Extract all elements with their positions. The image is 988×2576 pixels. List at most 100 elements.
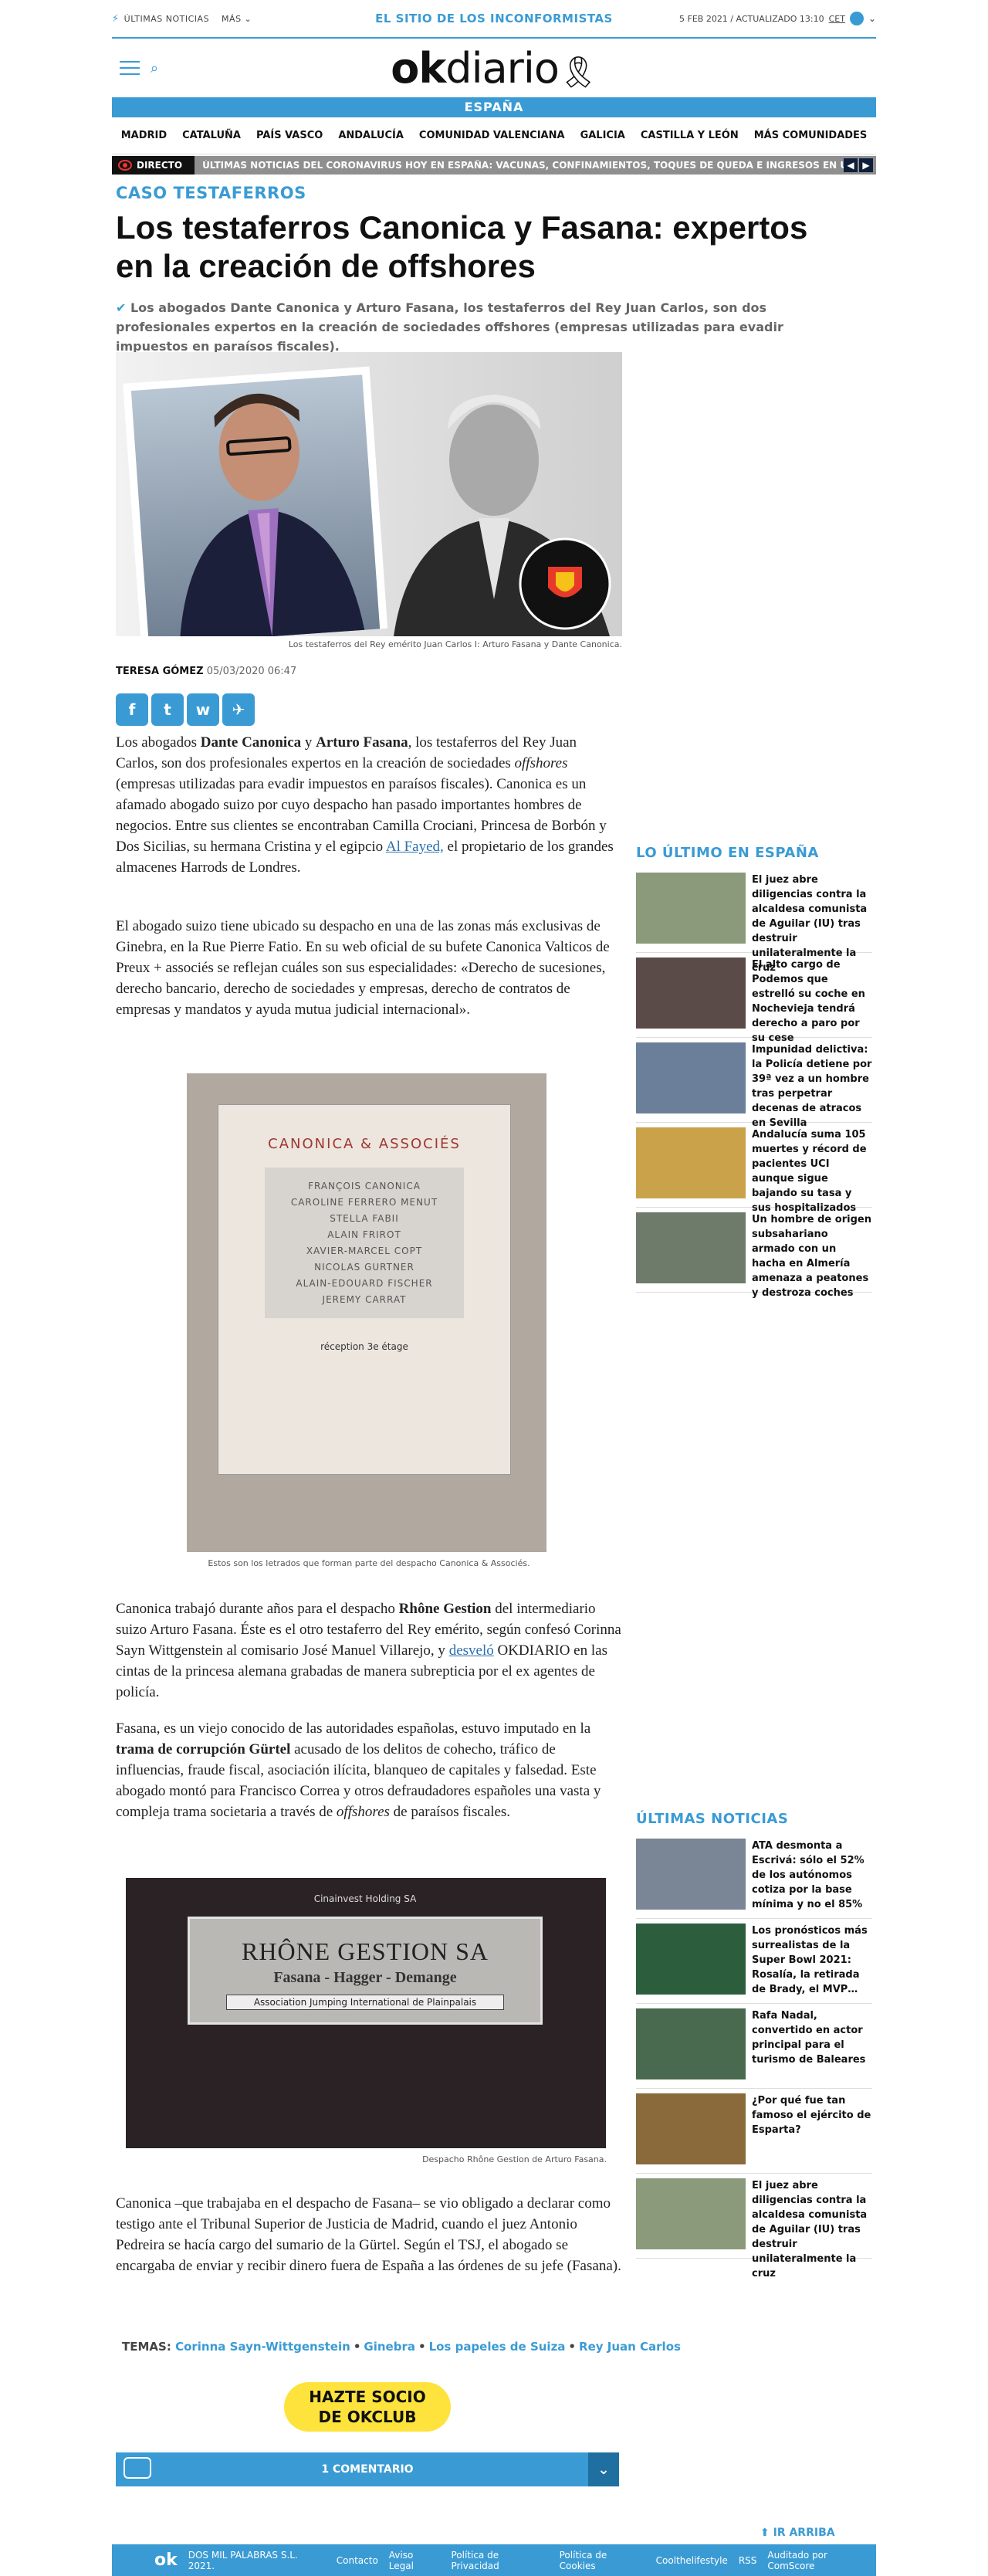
live-icon bbox=[118, 160, 132, 171]
chevron-down-icon[interactable]: ⌄ bbox=[868, 13, 876, 24]
footer-link[interactable]: Política de Cookies bbox=[560, 2550, 645, 2571]
back-to-top-link[interactable]: ⬆ IR ARRIBA bbox=[760, 2527, 835, 2539]
news-thumbnail[interactable] bbox=[636, 873, 746, 944]
footer-link[interactable]: Aviso Legal bbox=[389, 2550, 441, 2571]
news-headline[interactable]: El alto cargo de Podemos que estrelló su… bbox=[752, 958, 872, 1044]
sidebar-news-item[interactable]: El juez abre diligencias contra la alcal… bbox=[636, 2174, 872, 2279]
topic-separator: • bbox=[353, 2340, 361, 2354]
news-thumbnail[interactable] bbox=[636, 1924, 746, 1995]
topic-link[interactable]: Corinna Sayn-Wittgenstein bbox=[175, 2340, 350, 2354]
logo-row: ⌕ okdiario🎗 bbox=[112, 39, 876, 97]
okclub-line1: HAZTE SOCIO bbox=[309, 2388, 426, 2406]
nav-item[interactable]: CATALUÑA bbox=[182, 130, 241, 141]
al-fayed-link[interactable]: Al Fayed, bbox=[386, 839, 444, 855]
section-bar[interactable]: ESPAÑA bbox=[112, 97, 876, 117]
ticker-arrows: ◀ ▶ bbox=[844, 158, 876, 172]
desvelo-link[interactable]: desveló bbox=[449, 1642, 494, 1659]
plaque-name: ALAIN-EDOUARD FISCHER bbox=[296, 1278, 433, 1289]
topic-link[interactable]: Los papeles de Suiza bbox=[429, 2340, 566, 2354]
chevron-down-icon[interactable]: ⌄ bbox=[588, 2452, 619, 2486]
sign-sub: Fasana - Hagger - Demange bbox=[273, 1969, 457, 1986]
sidebar-news-item[interactable]: Un hombre de origen subsahariano armado … bbox=[636, 1208, 872, 1299]
hamburger-menu-icon[interactable] bbox=[120, 61, 140, 75]
plaque-name: XAVIER-MARCEL COPT bbox=[306, 1246, 423, 1256]
live-ticker[interactable]: DIRECTO ÚLTIMAS NOTICIAS DEL CORONAVIRUS… bbox=[112, 156, 876, 175]
plaque-board: CANONICA & ASSOCIÉS FRANÇOIS CANONICA CAR… bbox=[218, 1104, 511, 1475]
news-headline[interactable]: Un hombre de origen subsahariano armado … bbox=[752, 1212, 872, 1299]
news-thumbnail[interactable] bbox=[636, 2178, 746, 2249]
more-label: MÁS bbox=[222, 13, 242, 24]
ticker-next-button[interactable]: ▶ bbox=[859, 158, 873, 172]
facebook-share-button[interactable]: f bbox=[116, 693, 148, 726]
news-headline[interactable]: El juez abre diligencias contra la alcal… bbox=[752, 2178, 872, 2279]
footer-link[interactable]: Auditado por ComScore bbox=[767, 2550, 876, 2571]
nav-item[interactable]: ANDALUCÍA bbox=[338, 130, 404, 141]
search-icon[interactable]: ⌕ bbox=[151, 60, 158, 76]
topics-list: Corinna Sayn-Wittgenstein • Ginebra • Los pa… bbox=[175, 2340, 681, 2354]
sidebar-news-item[interactable]: Rafa Nadal, convertido en actor principa… bbox=[636, 2004, 872, 2089]
okclub-button[interactable]: HAZTE SOCIO DE OKCLUB bbox=[284, 2382, 451, 2432]
news-thumbnail[interactable] bbox=[636, 2008, 746, 2079]
comments-bar[interactable]: 1 COMENTARIO ⌄ bbox=[116, 2452, 619, 2486]
plaque-names: FRANÇOIS CANONICA CAROLINE FERRERO MENUT S… bbox=[265, 1168, 464, 1318]
sidebar-news-item[interactable]: Andalucía suma 105 muertes y récord de p… bbox=[636, 1123, 872, 1214]
live-label: DIRECTO bbox=[137, 160, 183, 171]
news-headline[interactable]: ¿Por qué fue tan famoso el ejército de E… bbox=[752, 2093, 872, 2168]
paragraph-1: Los abogados Dante Canonica y Arturo Fas… bbox=[116, 734, 614, 876]
chevron-down-icon: ⌄ bbox=[244, 13, 252, 24]
news-thumbnail[interactable] bbox=[636, 1042, 746, 1113]
mourning-ribbon-icon: 🎗 bbox=[558, 54, 598, 90]
latest-news-title: ÚLTIMAS NOTICIAS bbox=[636, 1811, 789, 1827]
news-thumbnail[interactable] bbox=[636, 1212, 746, 1283]
nav-item[interactable]: COMUNIDAD VALENCIANA bbox=[419, 130, 565, 141]
bolt-icon: ⚡ bbox=[112, 12, 120, 25]
news-headline[interactable]: El juez abre diligencias contra la alcal… bbox=[752, 873, 872, 974]
latest-spain-title: LO ÚLTIMO EN ESPAÑA bbox=[636, 845, 819, 861]
news-headline[interactable]: Andalucía suma 105 muertes y récord de p… bbox=[752, 1127, 872, 1214]
footer-link[interactable]: RSS bbox=[739, 2555, 757, 2566]
user-icon[interactable] bbox=[849, 12, 864, 25]
sidebar-news-item[interactable]: Los pronósticos más surrealistas de la S… bbox=[636, 1919, 872, 2004]
sidebar-news-item[interactable]: Impunidad delictiva: la Policía detiene … bbox=[636, 1038, 872, 1129]
nav-item[interactable]: MADRID bbox=[121, 130, 167, 141]
twitter-share-button[interactable]: t bbox=[151, 693, 184, 726]
news-headline[interactable]: Impunidad delictiva: la Policía detiene … bbox=[752, 1042, 872, 1129]
news-headline[interactable]: Rafa Nadal, convertido en actor principa… bbox=[752, 2008, 872, 2083]
live-ticker-text[interactable]: ÚLTIMAS NOTICIAS DEL CORONAVIRUS HOY EN … bbox=[195, 160, 844, 171]
sidebar-news-item[interactable]: ATA desmonta a Escrivá: sólo el 52% de l… bbox=[636, 1834, 872, 1919]
top-bar: ⚡ ÚLTIMAS NOTICIAS MÁS ⌄ EL SITIO DE LOS… bbox=[112, 0, 876, 39]
news-thumbnail[interactable] bbox=[636, 1127, 746, 1198]
nav-item[interactable]: CASTILLA Y LEÓN bbox=[641, 130, 739, 141]
sidebar-news-item[interactable]: El juez abre diligencias contra la alcal… bbox=[636, 868, 872, 974]
ticker-prev-button[interactable]: ◀ bbox=[844, 158, 858, 172]
topic-link[interactable]: Ginebra bbox=[364, 2340, 415, 2354]
sign-main: RHÔNE GESTION SA bbox=[242, 1937, 489, 1965]
telegram-share-button[interactable]: ✈ bbox=[222, 693, 255, 726]
paragraph-2: El abogado suizo tiene ubicado su despac… bbox=[116, 918, 610, 1018]
topic-link[interactable]: Rey Juan Carlos bbox=[579, 2340, 681, 2354]
more-menu[interactable]: MÁS ⌄ bbox=[222, 14, 252, 24]
news-thumbnail[interactable] bbox=[636, 2093, 746, 2164]
sidebar-news-item[interactable]: ¿Por qué fue tan famoso el ejército de E… bbox=[636, 2089, 872, 2174]
news-thumbnail[interactable] bbox=[636, 1839, 746, 1910]
nav-item[interactable]: MÁS COMUNIDADES bbox=[754, 130, 868, 141]
author-name[interactable]: TERESA GÓMEZ bbox=[116, 666, 204, 677]
latest-news-link[interactable]: ÚLTIMAS NOTICIAS bbox=[124, 14, 209, 24]
latest-news-list: ATA desmonta a Escrivá: sólo el 52% de l… bbox=[636, 1834, 872, 2279]
plaque-name: CAROLINE FERRERO MENUT bbox=[290, 1197, 438, 1208]
footer-logo[interactable]: ok bbox=[154, 2551, 178, 2570]
footer-link[interactable]: Coolthelifestyle bbox=[656, 2555, 728, 2566]
article-kicker[interactable]: CASO TESTAFERROS bbox=[116, 184, 306, 202]
footer-link[interactable]: Contacto bbox=[337, 2555, 378, 2566]
logo-diario: diario bbox=[445, 43, 560, 93]
news-headline[interactable]: Los pronósticos más surrealistas de la S… bbox=[752, 1924, 872, 1998]
sign-top: Cinainvest Holding SA bbox=[313, 1893, 417, 1904]
footer-link[interactable]: Política de Privacidad bbox=[451, 2550, 548, 2571]
nav-item[interactable]: GALICIA bbox=[580, 130, 625, 141]
news-headline[interactable]: ATA desmonta a Escrivá: sólo el 52% de l… bbox=[752, 1839, 872, 1913]
news-thumbnail[interactable] bbox=[636, 958, 746, 1029]
whatsapp-share-button[interactable]: w bbox=[187, 693, 219, 726]
nav-item[interactable]: PAÍS VASCO bbox=[256, 130, 323, 141]
site-logo[interactable]: okdiario🎗 bbox=[112, 44, 876, 93]
sidebar-news-item[interactable]: El alto cargo de Podemos que estrelló su… bbox=[636, 953, 872, 1044]
